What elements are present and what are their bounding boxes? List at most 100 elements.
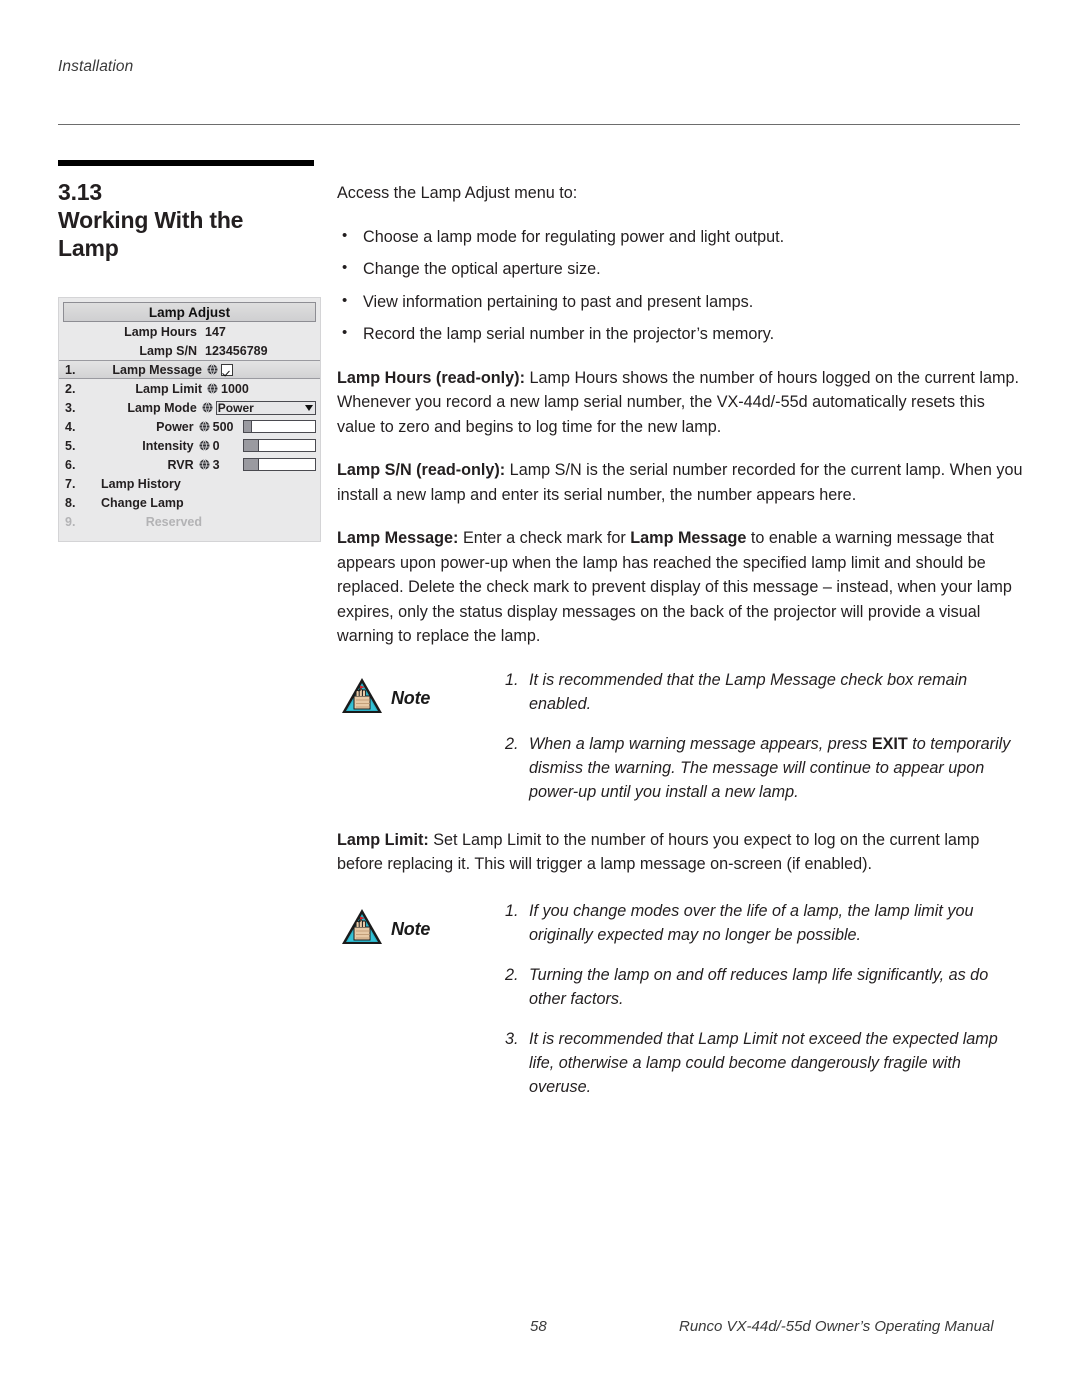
note-item-text: If you change modes over the life of a l… <box>529 901 974 944</box>
osd-row-index: 1. <box>65 362 76 377</box>
intensity-slider[interactable] <box>242 439 316 452</box>
note-label: Note <box>391 687 431 708</box>
note-item-number: 1. <box>505 670 519 689</box>
section-rule <box>58 160 314 166</box>
paragraph-lamp-hours: Lamp Hours (read-only): Lamp Hours shows… <box>337 366 1023 440</box>
key-exit: EXIT <box>871 734 908 753</box>
note-item: 2. When a lamp warning message appears, p… <box>505 732 1023 804</box>
power-slider-fill <box>243 421 253 432</box>
osd-row-index: 6. <box>65 457 76 472</box>
osd-row-index: 9. <box>65 514 76 529</box>
osd-row-label: Lamp Message <box>112 362 202 377</box>
document-page: Installation 3.13 Working With the Lamp … <box>0 0 1080 1397</box>
running-head: Installation <box>58 58 134 75</box>
globe-icon <box>207 364 218 375</box>
osd-row-index: 3. <box>65 400 76 415</box>
list-item: Record the lamp serial number in the pro… <box>337 321 1023 347</box>
intro-paragraph: Access the Lamp Adjust menu to: <box>337 184 578 202</box>
osd-row-value: 500 <box>212 419 234 434</box>
osd-row-reserved: 9. Reserved <box>63 512 316 531</box>
osd-row-lamp-limit[interactable]: 2. Lamp Limit 1000 <box>63 379 316 398</box>
term-lamp-sn: Lamp S/N (read-only): <box>337 461 506 479</box>
paragraph-text: Enter a check mark for <box>458 529 631 547</box>
note-item: 1. If you change modes over the life of a… <box>505 899 1023 947</box>
note-item-text: Turning the lamp on and off reduces lamp… <box>529 965 989 1008</box>
osd-row-value: 0 <box>212 438 220 453</box>
globe-icon <box>199 440 210 451</box>
osd-row-index: 7. <box>65 476 76 491</box>
osd-row-rvr[interactable]: 6. RVR 3 <box>63 455 316 474</box>
note-item-text: When a lamp warning message appears, pre… <box>529 734 872 753</box>
term-lamp-hours: Lamp Hours (read-only): <box>337 368 525 387</box>
osd-row-value: 1000 <box>221 381 249 396</box>
osd-row-index: 8. <box>65 495 76 510</box>
rvr-slider-fill <box>243 459 260 470</box>
osd-label: Lamp Hours <box>124 324 197 339</box>
osd-value: 147 <box>205 324 226 339</box>
power-slider[interactable] <box>242 420 316 433</box>
osd-row-label: Lamp Mode <box>127 400 197 415</box>
globe-icon <box>199 421 210 432</box>
note-triangle-hand-icon <box>340 907 384 952</box>
paragraph-lamp-sn: Lamp S/N (read-only): Lamp S/N is the se… <box>337 458 1023 507</box>
section-heading-block: 3.13 Working With the Lamp <box>58 160 320 262</box>
osd-row-label: Power <box>156 419 194 434</box>
feature-bullet-list: Choose a lamp mode for regulating power … <box>337 224 1023 347</box>
note-item-number: 3. <box>505 1029 519 1048</box>
lamp-adjust-osd-menu: Lamp Adjust Lamp Hours 147 Lamp S/N 1234… <box>58 297 321 542</box>
osd-title-bar: Lamp Adjust <box>63 302 316 322</box>
osd-readonly-lamp-hours: Lamp Hours 147 <box>63 322 316 341</box>
term-lamp-limit: Lamp Limit: <box>337 830 429 849</box>
osd-row-label: Lamp History <box>101 476 181 491</box>
lamp-mode-selected-value: Power <box>217 400 254 415</box>
osd-value: 123456789 <box>205 343 268 358</box>
section-title-line2: Lamp <box>58 235 119 261</box>
note-badge: Note <box>340 907 430 952</box>
note-item-number: 2. <box>505 734 519 753</box>
body-content: Access the Lamp Adjust menu to: Choose a… <box>337 181 1023 1119</box>
header-rule <box>58 124 1020 125</box>
osd-row-label: RVR <box>167 457 194 472</box>
note-triangle-hand-icon <box>340 676 384 721</box>
note-label: Note <box>391 918 431 939</box>
note-item-text: It is recommended that Lamp Limit not ex… <box>529 1029 998 1096</box>
osd-row-index: 2. <box>65 381 76 396</box>
osd-row-index: 5. <box>65 438 76 453</box>
lamp-mode-dropdown[interactable]: Power <box>215 400 316 415</box>
rvr-slider[interactable] <box>242 458 316 471</box>
osd-row-label: Change Lamp <box>101 495 184 510</box>
osd-row-lamp-mode[interactable]: 3. Lamp Mode Power <box>63 398 316 417</box>
osd-row-intensity[interactable]: 5. Intensity 0 <box>63 436 316 455</box>
note-badge: Note <box>340 676 430 721</box>
note-item: 2. Turning the lamp on and off reduces la… <box>505 963 1023 1011</box>
note-block-2: Note 1. If you change modes over the life… <box>337 899 1023 1099</box>
section-title-line1: Working With the <box>58 207 244 233</box>
osd-row-lamp-history[interactable]: 7. Lamp History <box>63 474 316 493</box>
globe-icon <box>207 383 218 394</box>
note-item-number: 2. <box>505 965 519 984</box>
chevron-down-icon <box>305 404 313 411</box>
manual-title: Runco VX-44d/-55d Owner’s Operating Manu… <box>679 1318 994 1335</box>
term-lamp-message: Lamp Message: <box>337 529 459 547</box>
globe-icon <box>202 402 213 413</box>
lamp-message-checkbox[interactable] <box>221 363 233 376</box>
osd-label: Lamp S/N <box>139 343 197 358</box>
paragraph-text: Set Lamp Limit to the number of hours yo… <box>337 830 980 874</box>
osd-row-lamp-message[interactable]: 1. Lamp Message <box>59 360 320 379</box>
osd-row-change-lamp[interactable]: 8. Change Lamp <box>63 493 316 512</box>
paragraph-lamp-message: Lamp Message: Enter a check mark for Lam… <box>337 526 1023 649</box>
note-block-1: Note 1. It is recommended that the Lamp M… <box>337 668 1023 804</box>
osd-row-label: Lamp Limit <box>135 381 202 396</box>
section-number: 3.13 <box>58 179 102 205</box>
osd-row-power[interactable]: 4. Power 500 <box>63 417 316 436</box>
osd-readonly-lamp-sn: Lamp S/N 123456789 <box>63 341 316 360</box>
list-item: Change the optical aperture size. <box>337 256 1023 282</box>
note-item: 3. It is recommended that Lamp Limit not … <box>505 1027 1023 1099</box>
list-item: View information pertaining to past and … <box>337 289 1023 315</box>
osd-row-index: 4. <box>65 419 76 434</box>
page-number: 58 <box>530 1318 547 1335</box>
osd-row-label: Reserved <box>145 514 202 529</box>
note-item-number: 1. <box>505 901 519 920</box>
globe-icon <box>199 459 210 470</box>
term-lamp-message-inline: Lamp Message <box>630 529 747 547</box>
